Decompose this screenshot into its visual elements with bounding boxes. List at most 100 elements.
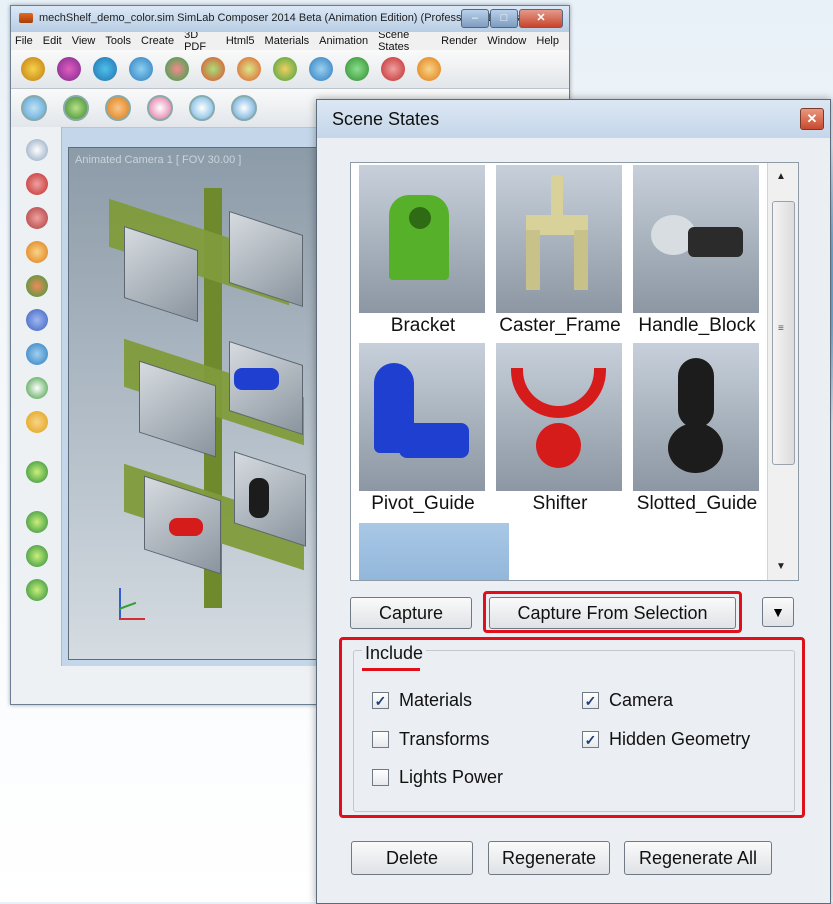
dialog-title-bar: Scene States ✕ (317, 100, 830, 138)
thumbnail-label: Slotted_Guide (636, 493, 758, 514)
thumbnail-label: Caster_Frame (499, 315, 621, 336)
maximize-button[interactable]: □ (490, 9, 518, 28)
menu-create[interactable]: Create (141, 35, 174, 47)
scroll-up-icon[interactable]: ▲ (776, 171, 786, 182)
tool-icon-4[interactable] (129, 57, 153, 81)
thumbnail-label: Handle_Block (638, 315, 756, 336)
checkbox-label: Materials (399, 690, 473, 710)
tool-icon-10[interactable] (345, 57, 369, 81)
close-button[interactable]: ✕ (519, 9, 563, 28)
fast-forward-icon[interactable] (26, 579, 48, 601)
tool-icon-1[interactable] (21, 57, 45, 81)
thumbnail-bracket[interactable]: Bracket (359, 165, 487, 343)
viewport-camera-label: Animated Camera 1 [ FOV 30.00 ] (75, 154, 242, 166)
capture-options-dropdown[interactable]: ▼ (762, 597, 794, 627)
camera-icon[interactable] (26, 173, 48, 195)
thumbnail-scrollbar[interactable]: ▲ ≡ ▼ (767, 163, 798, 580)
left-toolbar (11, 127, 62, 672)
tool2-icon-4[interactable] (147, 95, 173, 121)
light-icon[interactable] (26, 411, 48, 433)
scroll-down-icon[interactable]: ▼ (776, 561, 786, 572)
menu-3dpdf[interactable]: 3D PDF (184, 29, 216, 53)
thumbnail-slotted-guide[interactable]: Slotted_Guide (633, 343, 761, 521)
move-icon[interactable] (26, 275, 48, 297)
menu-bar: File Edit View Tools Create 3D PDF Html5… (11, 29, 569, 53)
play-icon[interactable] (26, 545, 48, 567)
thumbnail-pivot-guide[interactable]: Pivot_Guide (359, 343, 487, 521)
capture-from-selection-button[interactable]: Capture From Selection (489, 597, 736, 629)
menu-file[interactable]: File (15, 35, 33, 47)
red-part (169, 518, 203, 536)
scroll-thumb[interactable]: ≡ (772, 201, 795, 465)
checkbox-box[interactable]: ✓ (372, 692, 389, 709)
regenerate-all-button[interactable]: Regenerate All (624, 841, 772, 875)
tool-icon-6[interactable] (201, 57, 225, 81)
rotate-icon[interactable] (26, 309, 48, 331)
thumbnail-caster-frame[interactable]: Caster_Frame (496, 165, 624, 343)
sphere-icon[interactable] (26, 461, 48, 483)
menu-materials[interactable]: Materials (265, 35, 310, 47)
tool-icon-2[interactable] (57, 57, 81, 81)
tool2-icon-5[interactable] (189, 95, 215, 121)
menu-render[interactable]: Render (441, 35, 477, 47)
tool-icon-3[interactable] (93, 57, 117, 81)
thumbnail-image (633, 165, 759, 313)
menu-edit[interactable]: Edit (43, 35, 62, 47)
tool2-icon-1[interactable] (21, 95, 47, 121)
tool-icon-8[interactable] (273, 57, 297, 81)
show-icon[interactable] (417, 57, 441, 81)
menu-animation[interactable]: Animation (319, 35, 368, 47)
tool2-icon-3[interactable] (105, 95, 131, 121)
thumbnail-partial[interactable] (359, 523, 509, 580)
tool-icon-9[interactable] (309, 57, 333, 81)
thumbnail-image (359, 523, 509, 580)
rewind-icon[interactable] (26, 511, 48, 533)
menu-html5[interactable]: Html5 (226, 35, 255, 47)
thumbnail-image (633, 343, 759, 491)
tool2-icon-6[interactable] (231, 95, 257, 121)
show-object-icon[interactable] (26, 241, 48, 263)
menu-help[interactable]: Help (536, 35, 559, 47)
checkbox-box[interactable] (372, 769, 389, 786)
minimize-button[interactable]: – (461, 9, 489, 28)
checkbox-box[interactable] (372, 731, 389, 748)
timer-icon[interactable] (26, 377, 48, 399)
delete-button[interactable]: Delete (351, 841, 473, 875)
scene-state-thumbnails[interactable]: Bracket Caster_Frame Handle_Block Pivot_… (350, 162, 799, 581)
thumbnail-label: Bracket (390, 315, 456, 336)
include-title-underline (362, 668, 420, 671)
include-title: Include (362, 643, 427, 664)
regenerate-button[interactable]: Regenerate (488, 841, 610, 875)
transforms-checkbox[interactable]: Transforms (372, 729, 489, 750)
materials-checkbox[interactable]: ✓ Materials (372, 690, 472, 711)
title-bar: mechShelf_demo_color.sim SimLab Composer… (11, 6, 569, 32)
tool-icon-7[interactable] (237, 57, 261, 81)
menu-scene-states[interactable]: Scene States (378, 29, 431, 53)
hide-object-icon[interactable] (26, 207, 48, 229)
lights-power-checkbox[interactable]: Lights Power (372, 767, 503, 788)
thumbnail-image (496, 343, 622, 491)
checkbox-box[interactable]: ✓ (582, 731, 599, 748)
menu-tools[interactable]: Tools (105, 35, 131, 47)
checkbox-box[interactable]: ✓ (582, 692, 599, 709)
gauge-icon[interactable] (26, 139, 48, 161)
camera-checkbox[interactable]: ✓ Camera (582, 690, 673, 711)
hidden-geometry-checkbox[interactable]: ✓ Hidden Geometry (582, 729, 750, 750)
checkbox-label: Transforms (399, 729, 490, 749)
capture-button[interactable]: Capture (350, 597, 472, 629)
scale-icon[interactable] (26, 343, 48, 365)
thumbnail-image (359, 165, 485, 313)
hide-icon[interactable] (381, 57, 405, 81)
thumbnail-shifter[interactable]: Shifter (496, 343, 624, 521)
tool-icon-5[interactable] (165, 57, 189, 81)
axis-gizmo-icon (114, 588, 154, 628)
menu-window[interactable]: Window (487, 35, 526, 47)
dialog-close-button[interactable]: ✕ (800, 108, 824, 130)
thumbnail-label: Shifter (532, 493, 588, 514)
thumbnail-handle-block[interactable]: Handle_Block (633, 165, 761, 343)
dialog-title: Scene States (332, 109, 440, 129)
thumbnail-image (496, 165, 622, 313)
thumbnail-image (359, 343, 485, 491)
menu-view[interactable]: View (72, 35, 96, 47)
tool2-icon-2[interactable] (63, 95, 89, 121)
